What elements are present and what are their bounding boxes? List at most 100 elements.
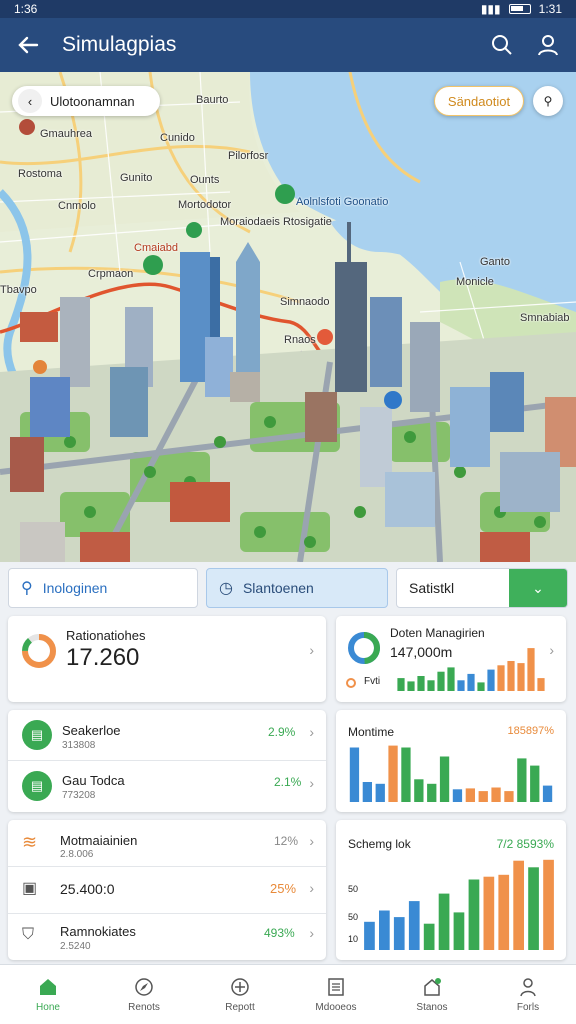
relations-value: 17.260 — [66, 644, 140, 671]
chart-bar — [478, 791, 488, 802]
relations-card[interactable]: Rationatiohes 17.260 › — [8, 616, 326, 702]
map-filter-chip[interactable]: Sändaotiot — [434, 86, 524, 116]
chart-bar — [452, 789, 463, 802]
station-field[interactable]: ◷ Slantoenen — [206, 568, 388, 608]
chart-bar — [517, 758, 527, 802]
chart-bar — [397, 678, 405, 691]
map-label: Smnabiab — [520, 312, 570, 324]
map-label: Pilorfosr — [228, 150, 269, 162]
list-item-pct: 2.9% — [268, 725, 296, 739]
back-button[interactable] — [14, 31, 42, 59]
chart-bar — [388, 745, 398, 802]
map-label: Rnaos — [284, 334, 316, 346]
statistic-select-value: Satistkl — [409, 580, 455, 596]
list-item-pct: 25% — [270, 881, 297, 896]
list-item-sub: 313808 — [62, 740, 96, 751]
clock-icon: ◷ — [219, 580, 233, 597]
status-time: 1:36 — [14, 2, 38, 16]
list-item[interactable]: ▤ Seakerloe 313808 2.9% › — [8, 710, 326, 760]
list-item-pct: 493% — [264, 926, 295, 940]
axis-label: 50 — [348, 912, 359, 922]
donut-chart-icon — [22, 634, 56, 668]
chart-bar — [497, 665, 505, 691]
chart-bar — [379, 910, 390, 950]
search-field[interactable]: ⚲ Inologinen — [8, 568, 198, 608]
chart-bar — [457, 680, 465, 691]
list-item-title: Seakerloe — [62, 723, 121, 738]
chart-bar — [504, 791, 514, 802]
list-item[interactable]: ≋ Motmaiainien 2.8.006 12% › — [8, 820, 326, 866]
list-item-pct: 12% — [274, 834, 299, 848]
nav-reports[interactable]: Renots — [96, 965, 192, 1024]
chart-bar — [528, 867, 539, 950]
list-item-title: Ramnokiates — [60, 924, 136, 939]
map-label: Rostoma — [18, 168, 63, 180]
map-label: Baurto — [196, 94, 229, 106]
map-label: Gmauhrea — [40, 128, 92, 140]
search-button[interactable] — [488, 31, 516, 59]
map-layer-button[interactable]: ⚲ — [533, 86, 563, 116]
legend-dot — [346, 678, 356, 688]
statistic-select[interactable]: Satistkl ⌄ — [396, 568, 568, 608]
nav-profile[interactable]: Forls — [480, 965, 576, 1024]
chart-bar — [453, 912, 465, 950]
search-icon — [492, 35, 512, 55]
data-management-card[interactable]: Doten Managirien 147,000m Fvti › — [336, 616, 566, 702]
bottom-navigation: Hone Renots Repott Mdooeos Stanos Forls — [0, 964, 576, 1024]
list-item[interactable]: ▣ 25.400:0 25% › — [8, 867, 326, 913]
list-item-pct: 2.1% — [274, 775, 302, 789]
layers-icon: ≋ — [22, 832, 38, 852]
schema-card[interactable]: Schemg lok 7/2 8593% 50 50 10 — [336, 820, 566, 960]
chart-bar — [527, 648, 535, 691]
chart-bar — [483, 876, 495, 950]
compass-icon — [133, 976, 155, 998]
chart-bar — [467, 673, 475, 691]
nav-label: Hone — [36, 1002, 60, 1013]
axis-label: 10 — [348, 934, 359, 944]
data-management-bar-chart — [397, 648, 545, 691]
nav-home[interactable]: Hone — [0, 965, 96, 1024]
montime-card[interactable]: Montime 185897% — [336, 710, 566, 812]
nav-label: Renots — [128, 1002, 160, 1013]
signal-icon: ▮▮▮ — [480, 2, 501, 16]
nav-report[interactable]: Repott — [192, 965, 288, 1024]
donut-chart-icon — [348, 632, 380, 664]
add-circle-icon — [229, 976, 251, 998]
map-label: Cmaiabd — [134, 242, 179, 254]
profile-button[interactable] — [534, 31, 562, 59]
list-item[interactable]: ▤ Gau Todca 773208 2.1% › — [8, 761, 326, 811]
chart-bar — [477, 682, 485, 691]
chart-bar — [507, 661, 515, 691]
chart-bar — [543, 859, 554, 950]
montime-value: 185897% — [507, 725, 555, 737]
chart-bar — [465, 788, 475, 802]
chart-bar — [517, 663, 525, 691]
nav-modes[interactable]: Mdooeos — [288, 965, 384, 1024]
chart-bar — [437, 671, 445, 691]
list-item-title: Gau Todca — [62, 773, 125, 788]
chart-bar — [407, 681, 415, 691]
chart-icon: ▤ — [22, 771, 52, 801]
list-item[interactable]: ⛉ Ramnokiates 2.5240 493% › — [8, 914, 326, 960]
chevron-right-icon: › — [309, 642, 314, 658]
chart-bar — [417, 676, 425, 691]
list-item-sub: 773208 — [62, 790, 96, 801]
nav-stations[interactable]: Stanos — [384, 965, 480, 1024]
location-label: Ulotoonamnan — [50, 93, 135, 109]
arrow-left-icon — [18, 36, 39, 54]
location-chip[interactable]: ‹ Ulotoonamnan — [12, 86, 160, 116]
map-label: Moraiodaeis Rtosigatie — [220, 216, 332, 228]
chevron-down-icon[interactable]: ⌄ — [509, 569, 567, 607]
chevron-right-icon: › — [309, 724, 314, 740]
search-icon: ⚲ — [21, 580, 33, 597]
city-map[interactable]: Baurto Gmauhrea Cunido Pilorfosr Rostoma… — [0, 72, 576, 562]
chart-bar — [513, 860, 524, 950]
map-illustration — [0, 72, 576, 562]
list-item-title: 25.400:0 — [60, 881, 115, 897]
page-title: Simulagpias — [62, 33, 177, 56]
chart-bar — [414, 779, 424, 802]
app-bar: Simulagpias — [0, 18, 576, 72]
list-item-title: Motmaiainien — [60, 833, 138, 848]
nav-label: Mdooeos — [315, 1002, 357, 1013]
chevron-right-icon: › — [549, 642, 554, 658]
